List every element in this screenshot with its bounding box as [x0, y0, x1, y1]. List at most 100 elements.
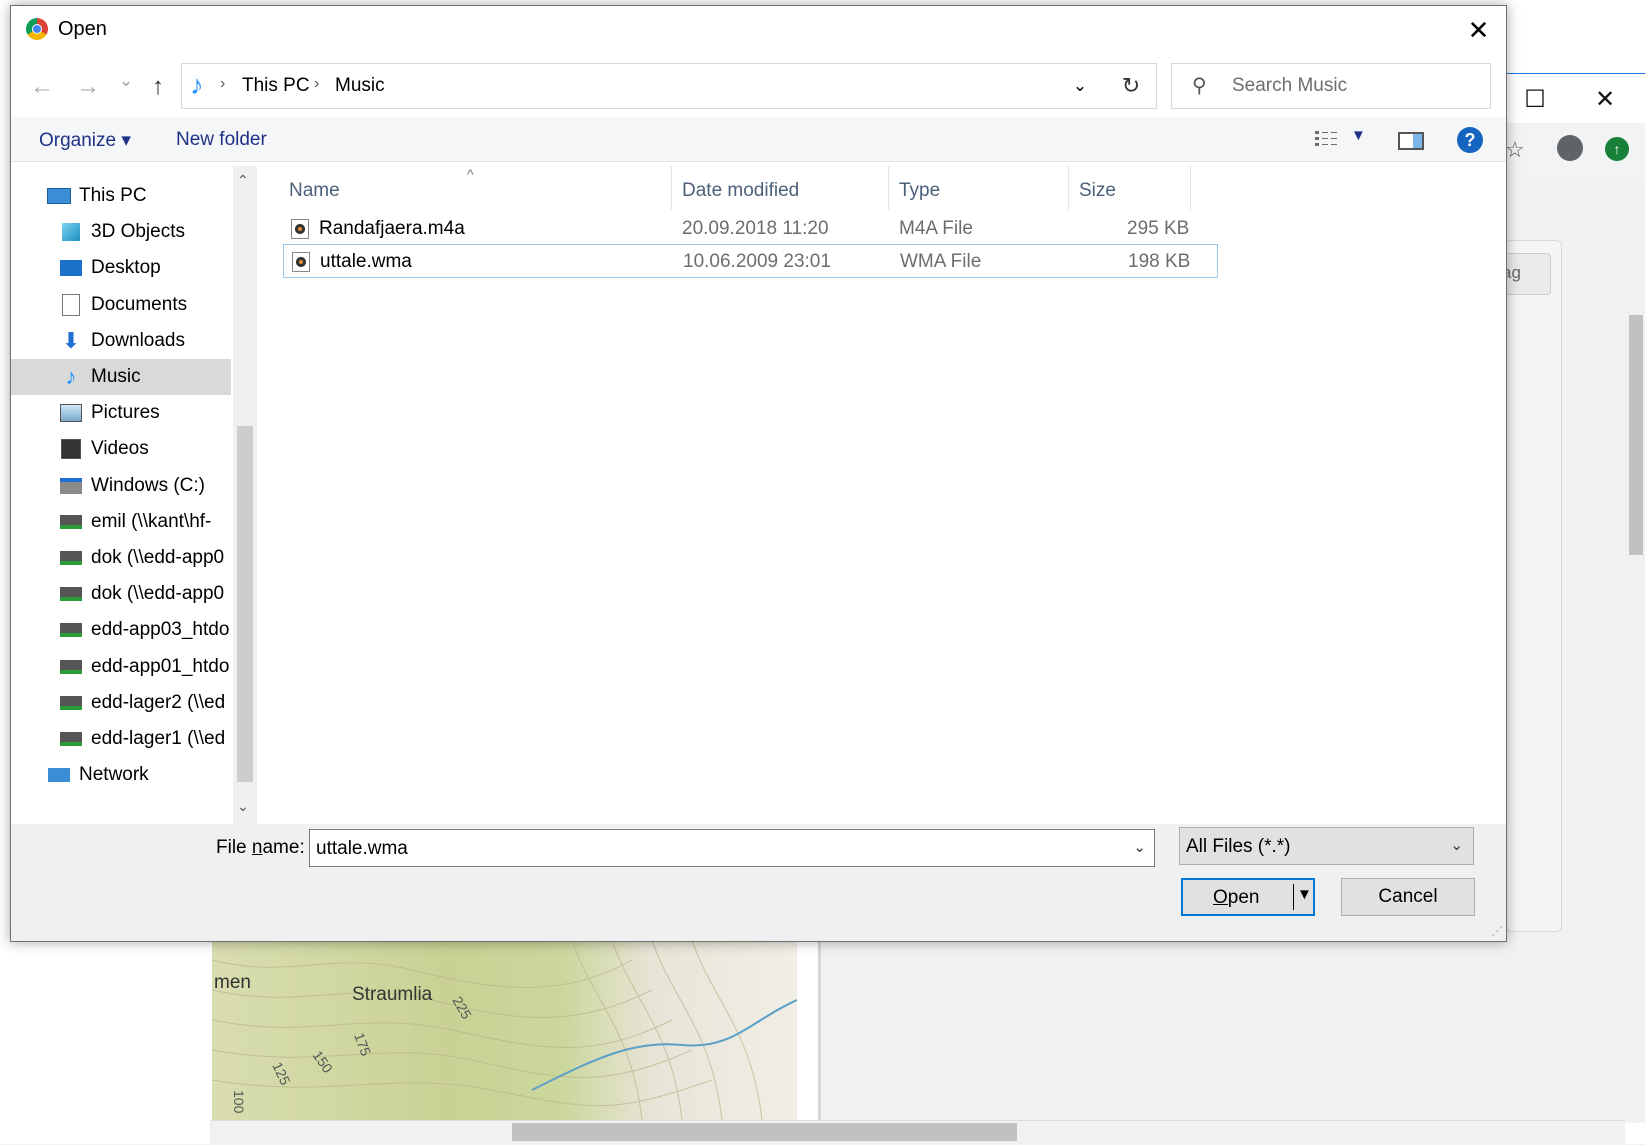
- column-header-type[interactable]: Type: [899, 180, 940, 202]
- pc-icon: [47, 185, 71, 207]
- file-name-label-part: ame:: [262, 837, 305, 858]
- dialog-footer: File name: uttale.wma ⌄ All Files (*.*) …: [11, 824, 1506, 941]
- file-list: ^ Name Date modified Type Size Randafjae…: [261, 166, 1506, 824]
- network-drive-icon: [59, 728, 83, 750]
- refresh-button[interactable]: ↻: [1106, 63, 1157, 109]
- column-header-name[interactable]: Name: [289, 180, 340, 202]
- tree-item[interactable]: ♪ Music: [11, 359, 231, 395]
- tree-item[interactable]: dok (\\edd-app0: [11, 576, 231, 612]
- tree-item-label: edd-app01_htdo: [91, 655, 230, 677]
- tree-item[interactable]: ⬇ Downloads: [11, 323, 231, 359]
- dialog-titlebar: Open ✕: [11, 6, 1506, 54]
- view-dropdown-icon[interactable]: ▼: [1351, 127, 1366, 144]
- chevron-down-icon[interactable]: ⌄: [1133, 838, 1146, 856]
- tree-item[interactable]: 3D Objects: [11, 214, 231, 250]
- scroll-down-icon[interactable]: ⌄: [237, 798, 249, 815]
- split-dropdown-icon[interactable]: ▼: [1297, 886, 1312, 903]
- forward-arrow-icon[interactable]: →: [73, 73, 103, 101]
- recent-locations-icon[interactable]: ⌄: [111, 70, 141, 91]
- tree-item[interactable]: Network: [11, 757, 231, 793]
- account-icon[interactable]: [1557, 135, 1583, 161]
- chevron-right-icon[interactable]: ›: [220, 75, 225, 93]
- chevron-right-icon[interactable]: ›: [314, 75, 319, 93]
- tree-item-label: Pictures: [91, 402, 160, 424]
- column-header-date-modified[interactable]: Date modified: [682, 180, 799, 202]
- tree-item[interactable]: Pictures: [11, 395, 231, 431]
- column-divider[interactable]: [888, 166, 889, 210]
- file-date-cell: 20.09.2018 11:20: [682, 218, 829, 239]
- nav-pane-scroll-thumb[interactable]: [237, 426, 253, 782]
- command-bar: Organize ▾ New folder ▼ ?: [11, 117, 1506, 162]
- address-bar[interactable]: ♪ › This PC › Music ⌄: [181, 63, 1108, 109]
- update-icon[interactable]: ↑: [1605, 137, 1629, 161]
- drive-icon: [59, 475, 83, 497]
- browser-vertical-scroll-thumb[interactable]: [1629, 315, 1643, 555]
- file-name-input[interactable]: uttale.wma ⌄: [309, 829, 1155, 867]
- open-button[interactable]: Open ▼: [1181, 878, 1315, 916]
- file-row[interactable]: uttale.wma 10.06.2009 23:01 WMA File 198 KB: [283, 244, 1218, 278]
- tree-item[interactable]: Documents: [11, 287, 231, 323]
- column-divider[interactable]: [671, 166, 672, 210]
- preview-pane-icon[interactable]: [1398, 132, 1424, 150]
- address-dropdown-button[interactable]: ⌄: [1060, 64, 1100, 108]
- file-size-cell: 295 KB: [1127, 218, 1190, 239]
- close-button[interactable]: ✕: [1451, 6, 1506, 54]
- tree-item[interactable]: This PC: [11, 178, 231, 214]
- tree-item[interactable]: edd-lager1 (\\ed: [11, 721, 231, 757]
- file-name-label: File name:: [216, 837, 305, 859]
- tree-item[interactable]: Videos: [11, 431, 231, 467]
- tree-item-label: Windows (C:): [91, 474, 206, 496]
- map-image: men Straumlia 225 175 150 125 100: [212, 940, 797, 1120]
- tree-item[interactable]: edd-app01_htdo: [11, 649, 231, 685]
- open-label-rest: pen: [1227, 887, 1260, 908]
- up-arrow-icon[interactable]: ↑: [143, 73, 173, 101]
- cancel-button-label: Cancel: [1378, 886, 1438, 907]
- chevron-down-icon: ⌄: [1450, 837, 1463, 854]
- tree-item-label: emil (\\kant\hf-: [91, 510, 212, 532]
- column-divider[interactable]: [1190, 166, 1191, 210]
- new-folder-button[interactable]: New folder: [176, 129, 267, 151]
- column-header-size[interactable]: Size: [1079, 180, 1116, 202]
- file-type-filter-select[interactable]: All Files (*.*) ⌄: [1179, 827, 1474, 865]
- back-arrow-icon[interactable]: ←: [27, 73, 57, 101]
- desktop-icon: [59, 257, 83, 279]
- cancel-button[interactable]: Cancel: [1341, 878, 1475, 916]
- network-drive-icon: [59, 619, 83, 641]
- tree-item[interactable]: emil (\\kant\hf-: [11, 504, 231, 540]
- tree-item-label: edd-app03_htdo: [91, 619, 230, 641]
- tree-item[interactable]: edd-app03_htdo: [11, 612, 231, 648]
- sort-ascending-icon: ^: [467, 166, 474, 182]
- network-icon: [47, 764, 71, 786]
- view-options-icon[interactable]: [1314, 128, 1340, 150]
- organize-button[interactable]: Organize ▾: [39, 129, 131, 152]
- help-icon[interactable]: ?: [1457, 127, 1483, 153]
- star-icon[interactable]: ☆: [1505, 137, 1525, 163]
- resize-grip-icon[interactable]: ⋰: [1491, 924, 1503, 938]
- close-icon[interactable]: ✕: [1575, 74, 1635, 124]
- tree-item-label: Downloads: [91, 329, 185, 351]
- file-name-label-accesskey: n: [251, 837, 263, 858]
- document-icon: [59, 293, 83, 316]
- search-input[interactable]: ⚲ Search Music: [1171, 63, 1491, 109]
- maximize-icon[interactable]: ☐: [1505, 74, 1565, 124]
- videos-icon: [59, 438, 83, 460]
- tree-item-label: edd-lager1 (\\ed: [91, 728, 226, 749]
- browser-card: [1505, 240, 1562, 932]
- network-drive-icon: [59, 547, 83, 569]
- tree-item-label: Videos: [91, 438, 149, 460]
- tree-item[interactable]: Desktop: [11, 250, 231, 286]
- breadcrumb-this-pc[interactable]: This PC: [242, 75, 310, 97]
- close-icon: ✕: [1467, 14, 1490, 45]
- open-file-dialog: Open ✕ ← → ⌄ ↑ ♪ › This PC › Music ⌄ ↻ ⚲…: [10, 5, 1507, 942]
- dialog-title: Open: [58, 18, 107, 40]
- cube-icon: [59, 221, 83, 243]
- browser-horizontal-scroll-thumb[interactable]: [512, 1123, 1017, 1141]
- scroll-up-icon[interactable]: ⌃: [237, 172, 249, 189]
- tree-item[interactable]: edd-lager2 (\\ed: [11, 685, 231, 721]
- breadcrumb-music[interactable]: Music: [335, 75, 385, 97]
- tree-item-label: 3D Objects: [91, 221, 185, 243]
- tree-item[interactable]: dok (\\edd-app0: [11, 540, 231, 576]
- file-row[interactable]: Randafjaera.m4a 20.09.2018 11:20 M4A File 2…: [283, 212, 1218, 246]
- tree-item[interactable]: Windows (C:): [11, 468, 231, 504]
- column-divider[interactable]: [1068, 166, 1069, 210]
